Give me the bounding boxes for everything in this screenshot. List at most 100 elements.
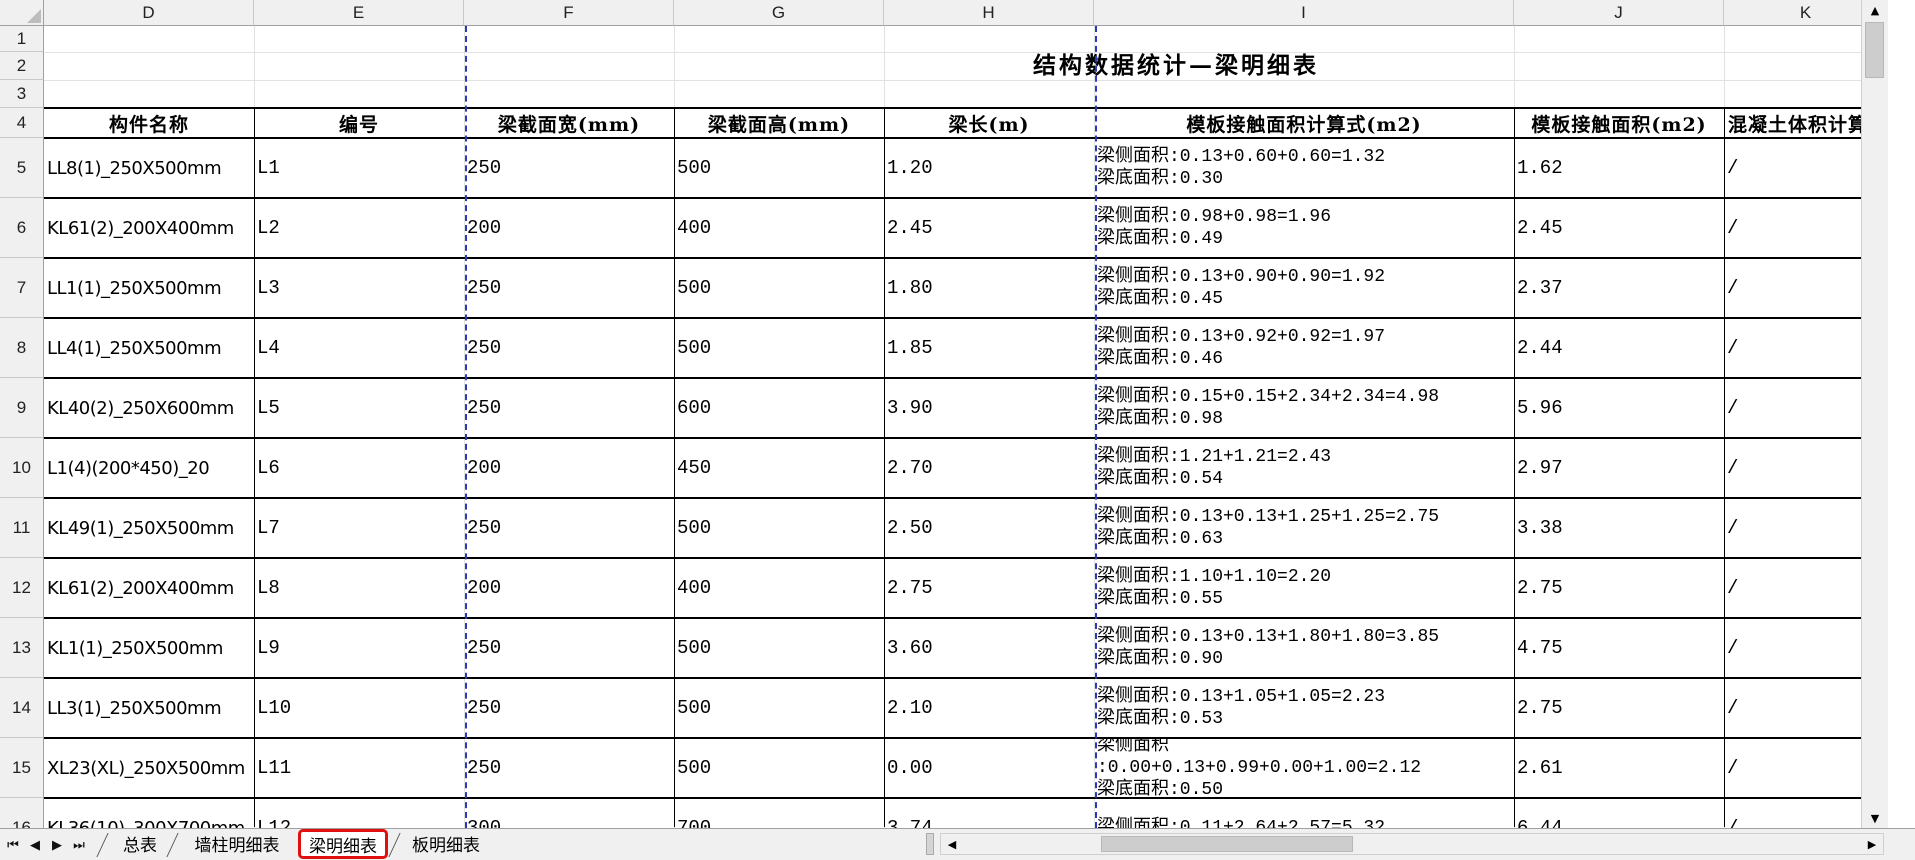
beam-code-cell[interactable]: L1 <box>254 138 464 198</box>
row-header[interactable]: 9 <box>0 378 44 438</box>
beam-name-cell[interactable]: KL61(2)_200X400mm <box>44 198 254 258</box>
row-header[interactable]: 5 <box>0 138 44 198</box>
column-title[interactable]: 模板接触面积计算式(m2) <box>1094 108 1514 138</box>
tab-beam-detail[interactable]: 梁明细表 <box>298 829 388 859</box>
beam-code-cell[interactable]: L2 <box>254 198 464 258</box>
beam-length-cell[interactable]: 1.20 <box>884 138 1094 198</box>
formwork-formula-cell[interactable]: 梁侧面积:0.13+0.92+0.92=1.97 梁底面积:0.46 <box>1094 318 1514 378</box>
formwork-area-cell[interactable]: 2.97 <box>1514 438 1724 498</box>
row-header[interactable]: 12 <box>0 558 44 618</box>
formwork-formula-cell[interactable]: 梁侧面积:0.13+0.90+0.90=1.92 梁底面积:0.45 <box>1094 258 1514 318</box>
beam-height-cell[interactable]: 500 <box>674 618 884 678</box>
formwork-area-cell[interactable]: 3.38 <box>1514 498 1724 558</box>
formwork-formula-cell[interactable]: 梁侧面积:0.98+0.98=1.96 梁底面积:0.49 <box>1094 198 1514 258</box>
beam-length-cell[interactable]: 2.45 <box>884 198 1094 258</box>
beam-height-cell[interactable]: 500 <box>674 318 884 378</box>
beam-length-cell[interactable]: 2.10 <box>884 678 1094 738</box>
beam-height-cell[interactable]: 700 <box>674 798 884 828</box>
formwork-formula-cell[interactable]: 梁侧面积:1.10+1.10=2.20 梁底面积:0.55 <box>1094 558 1514 618</box>
column-title[interactable]: 梁长(m) <box>884 108 1094 138</box>
beam-length-cell[interactable]: 1.80 <box>884 258 1094 318</box>
row-header[interactable]: 1 <box>0 26 44 52</box>
row-header[interactable]: 2 <box>0 52 44 80</box>
column-header[interactable]: H <box>884 0 1094 26</box>
row-header[interactable]: 8 <box>0 318 44 378</box>
beam-height-cell[interactable]: 500 <box>674 678 884 738</box>
column-title[interactable]: 模板接触面积(m2) <box>1514 108 1724 138</box>
beam-height-cell[interactable]: 500 <box>674 738 884 798</box>
beam-name-cell[interactable]: KL36(10)_300X700mm <box>44 798 254 829</box>
beam-code-cell[interactable]: L7 <box>254 498 464 558</box>
column-title[interactable]: 梁截面宽(mm) <box>464 108 674 138</box>
formwork-area-cell[interactable]: 2.37 <box>1514 258 1724 318</box>
beam-name-cell[interactable]: L1(4)(200*450)_20 <box>44 438 254 498</box>
row-header[interactable]: 7 <box>0 258 44 318</box>
tab-slab-detail[interactable]: 板明细表 <box>404 831 488 856</box>
scroll-down-icon[interactable]: ▼ <box>1862 808 1888 828</box>
row-header[interactable]: 10 <box>0 438 44 498</box>
column-title[interactable]: 编号 <box>254 108 464 138</box>
beam-name-cell[interactable]: KL49(1)_250X500mm <box>44 498 254 558</box>
vertical-scrollbar[interactable]: ▲ ▼ <box>1861 0 1888 828</box>
column-title[interactable]: 梁截面高(mm) <box>674 108 884 138</box>
formwork-area-cell[interactable]: 6.44 <box>1514 798 1724 828</box>
beam-width-cell[interactable]: 250 <box>464 618 674 678</box>
row-header[interactable]: 13 <box>0 618 44 678</box>
beam-code-cell[interactable]: L12 <box>254 798 464 828</box>
beam-length-cell[interactable]: 2.70 <box>884 438 1094 498</box>
formwork-area-cell[interactable]: 2.61 <box>1514 738 1724 798</box>
row-header[interactable]: 4 <box>0 108 44 138</box>
spreadsheet-grid[interactable]: DEFGHIJK 1 2 3 4 5 6 7 8 9 10 11 12 13 14 15 16 结构数据统计—… <box>0 0 1888 828</box>
formwork-formula-cell[interactable]: 梁侧面积:1.21+1.21=2.43 梁底面积:0.54 <box>1094 438 1514 498</box>
beam-length-cell[interactable]: 0.00 <box>884 738 1094 798</box>
last-sheet-icon[interactable]: ⏭ <box>68 835 90 855</box>
beam-height-cell[interactable]: 500 <box>674 138 884 198</box>
formwork-area-cell[interactable]: 2.44 <box>1514 318 1724 378</box>
row-header[interactable]: 15 <box>0 738 44 798</box>
column-header[interactable]: D <box>44 0 254 26</box>
beam-name-cell[interactable]: XL23(XL)_250X500mm <box>44 738 254 798</box>
row-header[interactable]: 6 <box>0 198 44 258</box>
beam-name-cell[interactable]: KL1(1)_250X500mm <box>44 618 254 678</box>
beam-width-cell[interactable]: 250 <box>464 678 674 738</box>
beam-height-cell[interactable]: 450 <box>674 438 884 498</box>
beam-length-cell[interactable]: 3.74 <box>884 798 1094 828</box>
tab-split-handle[interactable] <box>926 833 934 855</box>
scroll-right-icon[interactable]: ▶ <box>1863 836 1881 852</box>
column-title[interactable]: 构件名称 <box>44 108 254 138</box>
column-header[interactable]: J <box>1514 0 1724 26</box>
column-header[interactable]: G <box>674 0 884 26</box>
formwork-formula-cell[interactable]: 梁侧面积:0.00+0.13+0.99+0.00+1.00=2.12 梁底面积:0… <box>1094 738 1514 798</box>
beam-length-cell[interactable]: 1.85 <box>884 318 1094 378</box>
beam-name-cell[interactable]: LL3(1)_250X500mm <box>44 678 254 738</box>
formwork-formula-cell[interactable]: 梁侧面积:0.13+0.60+0.60=1.32 梁底面积:0.30 <box>1094 138 1514 198</box>
beam-name-cell[interactable]: KL61(2)_200X400mm <box>44 558 254 618</box>
column-header[interactable]: E <box>254 0 464 26</box>
prev-sheet-icon[interactable]: ◀ <box>24 835 46 855</box>
first-sheet-icon[interactable]: ⏮ <box>2 835 24 855</box>
column-header[interactable]: F <box>464 0 674 26</box>
beam-width-cell[interactable]: 250 <box>464 138 674 198</box>
beam-code-cell[interactable]: L8 <box>254 558 464 618</box>
row-header[interactable]: 14 <box>0 678 44 738</box>
formwork-formula-cell[interactable]: 梁侧面积:0.13+0.13+1.25+1.25=2.75 梁底面积:0.63 <box>1094 498 1514 558</box>
beam-code-cell[interactable]: L10 <box>254 678 464 738</box>
formwork-area-cell[interactable]: 1.62 <box>1514 138 1724 198</box>
beam-name-cell[interactable]: LL4(1)_250X500mm <box>44 318 254 378</box>
beam-length-cell[interactable]: 3.60 <box>884 618 1094 678</box>
formwork-formula-cell[interactable]: 梁侧面积:0.13+1.05+1.05=2.23 梁底面积:0.53 <box>1094 678 1514 738</box>
beam-width-cell[interactable]: 250 <box>464 738 674 798</box>
next-sheet-icon[interactable]: ▶ <box>46 835 68 855</box>
formwork-area-cell[interactable]: 2.75 <box>1514 558 1724 618</box>
beam-length-cell[interactable]: 3.90 <box>884 378 1094 438</box>
formwork-area-cell[interactable]: 5.96 <box>1514 378 1724 438</box>
beam-code-cell[interactable]: L5 <box>254 378 464 438</box>
beam-width-cell[interactable]: 200 <box>464 438 674 498</box>
beam-height-cell[interactable]: 500 <box>674 498 884 558</box>
beam-width-cell[interactable]: 300 <box>464 798 674 828</box>
formwork-formula-cell[interactable]: 梁侧面积:0.15+0.15+2.34+2.34=4.98 梁底面积:0.98 <box>1094 378 1514 438</box>
beam-height-cell[interactable]: 600 <box>674 378 884 438</box>
beam-height-cell[interactable]: 500 <box>674 258 884 318</box>
beam-width-cell[interactable]: 250 <box>464 378 674 438</box>
select-all-corner[interactable] <box>0 0 44 26</box>
